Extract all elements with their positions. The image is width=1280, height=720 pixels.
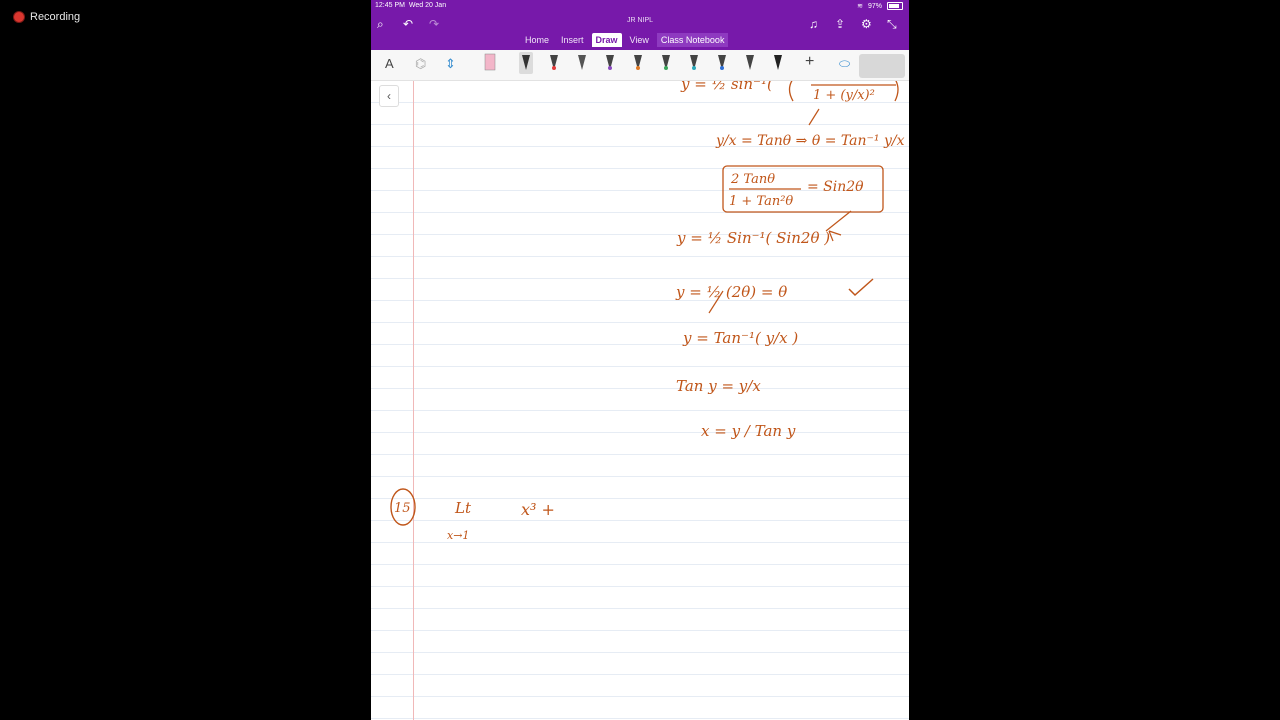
- ruler-icon[interactable]: ⇕: [445, 56, 456, 72]
- text-icon[interactable]: A: [385, 56, 394, 71]
- pen-dark-gray[interactable]: [743, 52, 757, 74]
- lasso-icon[interactable]: ⌬: [415, 56, 426, 72]
- add-pen-icon[interactable]: +: [805, 53, 814, 71]
- status-time: 12:45 PM Wed 20 Jan: [375, 2, 447, 9]
- recording-label: Recording: [30, 11, 81, 23]
- ink-expression: x³ +: [521, 500, 555, 519]
- pen-blue[interactable]: [715, 52, 729, 74]
- recording-indicator: Recording: [14, 11, 80, 23]
- ink-line-7: Tan y = y/x: [676, 377, 761, 395]
- ink-line-8: x = y / Tan y: [701, 422, 796, 440]
- view-toggle[interactable]: [859, 54, 905, 78]
- ink-line-2: y/x = Tanθ ⇒ θ = Tan⁻¹ y/x: [715, 133, 905, 149]
- record-dot-icon: [14, 12, 24, 22]
- pen-black-2[interactable]: [771, 52, 785, 74]
- collapse-icon[interactable]: ⤡: [887, 17, 897, 32]
- settings-icon[interactable]: ⚙: [861, 17, 872, 31]
- ink-limit-sub: x→1: [447, 529, 469, 542]
- ink-line-1b: 1 + (y/x)²: [813, 88, 875, 103]
- status-right: ≋ 97%: [857, 2, 903, 10]
- ink-line-3c: = Sin2θ: [807, 179, 864, 195]
- notebook-page: ‹ y = ½ sin⁻¹( 1 + (y/x)² y/x = Tanθ ⇒ θ…: [371, 81, 909, 720]
- draw-toolbar: A ⌬ ⇕ + ⬭: [371, 50, 909, 81]
- wifi-icon: ≋: [857, 3, 863, 10]
- ink-question-number: 15: [394, 501, 411, 516]
- ink-line-1: y = ½ sin⁻¹(: [680, 81, 774, 93]
- pen-red[interactable]: [547, 52, 561, 74]
- status-bar: 12:45 PM Wed 20 Jan ≋ 97%: [371, 0, 909, 13]
- pen-green[interactable]: [659, 52, 673, 74]
- tab-insert[interactable]: Insert: [557, 33, 588, 47]
- bell-icon[interactable]: ♫: [809, 17, 818, 31]
- ink-line-5: y = ½ (2θ) = θ: [675, 283, 787, 301]
- pen-orange[interactable]: [631, 52, 645, 74]
- ink-line-3a: 2 Tanθ: [730, 172, 775, 187]
- search-icon[interactable]: ⌕: [377, 17, 384, 32]
- pen-black[interactable]: [519, 52, 533, 74]
- shapes-icon[interactable]: ⬭: [839, 56, 850, 72]
- battery-icon: [887, 2, 903, 10]
- ink-line-4: y = ½ Sin⁻¹( Sin2θ ): [676, 229, 830, 247]
- share-icon[interactable]: ⇪: [835, 17, 845, 31]
- tablet-screen: 12:45 PM Wed 20 Jan ≋ 97% JR NIPL ⌕ ↶ ↷ …: [371, 0, 909, 720]
- ink-line-6: y = Tan⁻¹( y/x ): [682, 329, 798, 347]
- ink-limit: Lt: [454, 499, 472, 517]
- undo-icon[interactable]: ↶: [403, 17, 413, 31]
- notebook-title: JR NIPL: [626, 17, 654, 24]
- app-bar: JR NIPL ⌕ ↶ ↷ ♫ ⇪ ⚙ ⤡ Home Insert Draw V…: [371, 13, 909, 50]
- ink-line-3b: 1 + Tan²θ: [729, 194, 793, 209]
- eraser-icon[interactable]: [483, 52, 497, 74]
- pen-teal[interactable]: [687, 52, 701, 74]
- tab-view[interactable]: View: [626, 33, 653, 47]
- battery-percent: 97%: [867, 2, 882, 10]
- handwriting-layer: y = ½ sin⁻¹( 1 + (y/x)² y/x = Tanθ ⇒ θ =…: [390, 81, 905, 542]
- pen-gray[interactable]: [575, 52, 589, 74]
- pen-purple[interactable]: [603, 52, 617, 74]
- tab-home[interactable]: Home: [521, 33, 553, 47]
- redo-icon[interactable]: ↷: [429, 17, 439, 31]
- tab-draw[interactable]: Draw: [591, 33, 622, 47]
- tab-class-notebook[interactable]: Class Notebook: [656, 33, 729, 47]
- ribbon-tabs: Home Insert Draw View Class Notebook: [521, 33, 729, 47]
